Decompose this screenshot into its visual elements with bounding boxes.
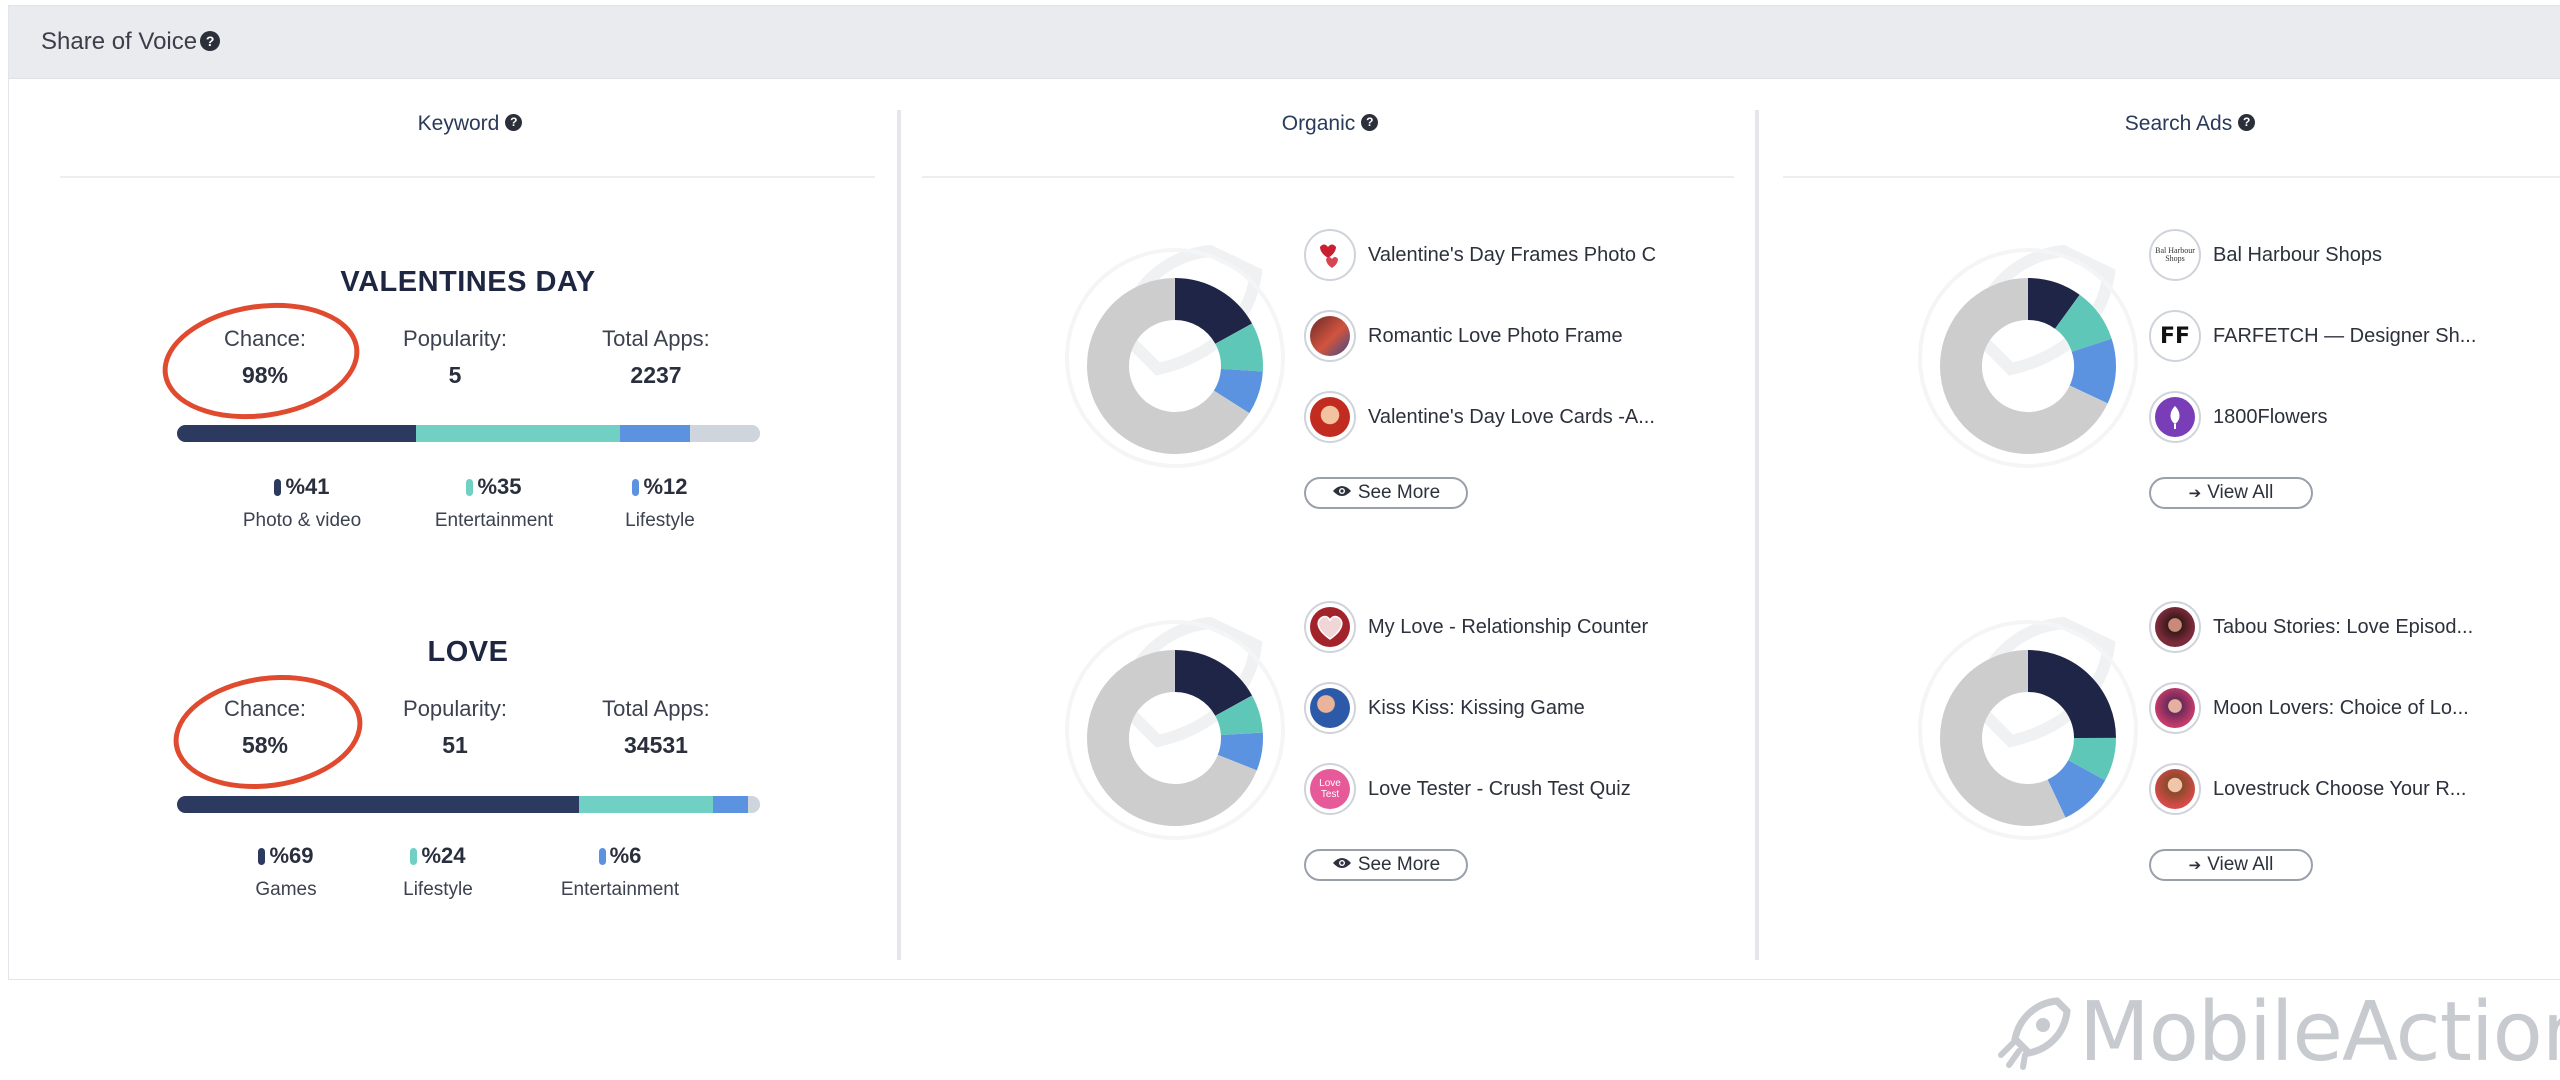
view-all-button[interactable]: ➔ View All [2149, 477, 2313, 509]
see-more-button[interactable]: See More [1304, 849, 1468, 881]
app-icon [1304, 601, 1356, 653]
legend-swatch [598, 848, 606, 865]
donut-segment [1174, 278, 1253, 345]
bar-segment [620, 425, 691, 442]
app-item[interactable]: Moon Lovers: Choice of Lo... [2149, 679, 2469, 737]
category-stat: %6 Entertainment [560, 843, 680, 900]
donut-segment [1217, 732, 1263, 771]
arrow-right-icon: ➔ [2188, 857, 2202, 874]
bar-segment [690, 425, 760, 442]
organic-share-donut [1065, 616, 1285, 840]
panel-header: Share of Voice? [9, 6, 2560, 79]
popularity-stat: Popularity: 5 [403, 326, 507, 388]
bar-segment [713, 796, 749, 813]
app-icon [1304, 682, 1356, 734]
app-item[interactable]: My Love - Relationship Counter [1304, 598, 1648, 656]
app-icon [1304, 229, 1356, 281]
legend-swatch [632, 479, 640, 496]
app-item[interactable]: Bal Harbour Shops Bal Harbour Shops [2149, 226, 2382, 284]
arrow-right-icon: ➔ [2188, 485, 2202, 502]
popularity-stat: Popularity: 51 [403, 696, 507, 758]
app-item[interactable]: Romantic Love Photo Frame [1304, 307, 1623, 365]
donut-segment [2069, 338, 2116, 404]
question-circle-icon[interactable]: ? [2238, 113, 2256, 131]
rocket-logo-icon [1998, 996, 2071, 1070]
app-icon [1304, 310, 1356, 362]
app-icon [2149, 601, 2201, 653]
category-share-bar [177, 796, 760, 813]
app-icon: FF [2149, 310, 2201, 362]
category-stat: %41 Photo & video [242, 474, 362, 531]
total-apps-stat: Total Apps: 2237 [602, 326, 710, 388]
total-apps-stat: Total Apps: 34531 [602, 696, 710, 758]
category-share-bar [177, 425, 760, 442]
organic-column-title: Organic? [1265, 112, 1395, 136]
question-circle-icon[interactable]: ? [200, 30, 221, 51]
divider [1783, 176, 2560, 178]
app-icon [2149, 763, 2201, 815]
question-circle-icon[interactable]: ? [505, 113, 523, 131]
see-more-button[interactable]: See More [1304, 477, 1468, 509]
search-ads-share-donut [1918, 244, 2138, 468]
donut-segment [1174, 650, 1253, 717]
bar-segment [579, 796, 714, 813]
search-ads-column-title: Search Ads? [2110, 112, 2270, 136]
bar-segment [416, 425, 621, 442]
app-item[interactable]: 1800Flowers [2149, 388, 2328, 446]
app-item[interactable]: Kiss Kiss: Kissing Game [1304, 679, 1585, 737]
bar-segment [177, 796, 580, 813]
legend-swatch [466, 479, 474, 496]
donut-segment [2067, 736, 2116, 781]
keyword-name: LOVE [427, 636, 509, 668]
divider [60, 176, 875, 178]
divider [922, 176, 1734, 178]
bar-segment [177, 425, 417, 442]
donut-segment [2046, 759, 2106, 818]
category-stat: %12 Lifestyle [625, 474, 695, 531]
category-stat: %24 Lifestyle [403, 843, 473, 900]
app-icon [2149, 391, 2201, 443]
donut-segment [1214, 323, 1263, 372]
keyword-name: VALENTINES DAY [340, 266, 596, 298]
donut-segment [1213, 367, 1263, 414]
app-item[interactable]: Valentine's Day Frames Photo C [1304, 226, 1656, 284]
legend-swatch [258, 848, 266, 865]
legend-swatch [274, 479, 282, 496]
app-item[interactable]: Valentine's Day Love Cards -A... [1304, 388, 1655, 446]
mobileaction-watermark: MobileAction [1995, 985, 2560, 1080]
legend-swatch [410, 848, 418, 865]
donut-segment [1214, 695, 1263, 736]
app-item[interactable]: Lovestruck Choose Your R... [2149, 760, 2466, 818]
panel-title: Share of Voice? [41, 28, 221, 56]
donut-segment [2054, 294, 2112, 353]
eye-icon [1332, 856, 1352, 874]
app-icon: Bal Harbour Shops [2149, 229, 2201, 281]
app-icon [2149, 682, 2201, 734]
column-divider [897, 110, 901, 960]
app-item[interactable]: Love Test Love Tester - Crush Test Quiz [1304, 760, 1631, 818]
view-all-button[interactable]: ➔ View All [2149, 849, 2313, 881]
keyword-column-title: Keyword? [405, 112, 535, 136]
question-circle-icon[interactable]: ? [1361, 113, 1379, 131]
app-icon: Love Test [1304, 763, 1356, 815]
column-divider [1755, 110, 1759, 960]
app-item[interactable]: FF FARFETCH — Designer Sh... [2149, 307, 2476, 365]
organic-share-donut [1065, 244, 1285, 468]
donut-segment [2027, 278, 2080, 330]
search-ads-share-donut [1918, 616, 2138, 840]
eye-icon [1332, 484, 1352, 502]
app-icon [1304, 391, 1356, 443]
app-item[interactable]: Tabou Stories: Love Episod... [2149, 598, 2473, 656]
